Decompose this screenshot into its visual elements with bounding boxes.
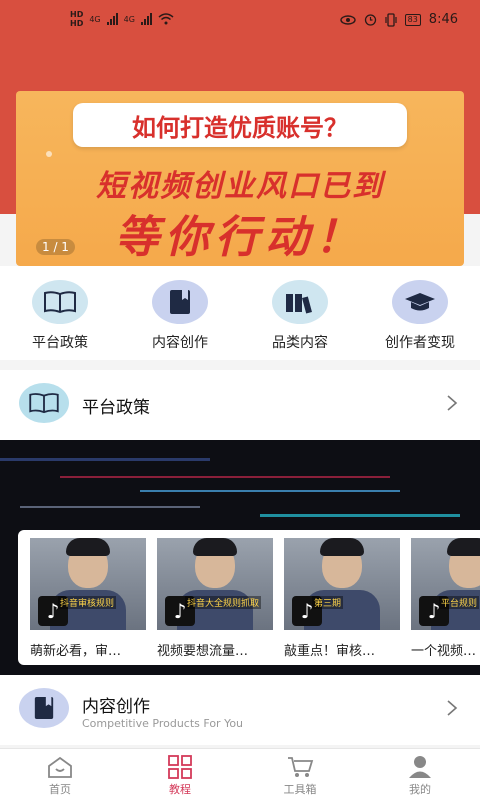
glitch-line	[20, 506, 200, 508]
book-icon	[32, 280, 88, 324]
quick-nav-creator-monetization[interactable]: 创作者变现	[360, 266, 480, 360]
promo-banner[interactable]: 如何打造优质账号？ 短视频创业风口已到 等你行动！ 1 / 1	[16, 91, 464, 266]
tab-label: 首页	[49, 783, 71, 796]
alarm-icon	[364, 14, 376, 26]
status-right: 83 8:46	[339, 12, 458, 27]
quick-nav-label: 创作者变现	[385, 335, 455, 351]
quick-nav-label: 平台政策	[32, 335, 88, 351]
tab-mine[interactable]: 我的	[360, 749, 480, 800]
video-title: 萌新必看，审…	[30, 644, 122, 659]
video-card[interactable]: ♪ 抖音大全规则抓取 视频要想流量…	[157, 538, 273, 659]
book-icon	[19, 383, 69, 423]
video-caption: 抖音审核规则	[58, 596, 117, 609]
graduation-cap-icon	[392, 280, 448, 324]
home-icon	[48, 756, 72, 778]
section-title: 内容创作	[82, 697, 150, 717]
quick-nav: 平台政策 内容创作 品类内容 创作者变现	[0, 266, 480, 360]
vibrate-icon	[385, 12, 397, 27]
section-platform-policy[interactable]: 平台政策	[0, 370, 480, 440]
notebook-icon	[152, 280, 208, 324]
video-card[interactable]: ♪ 第三期 敲重点！审核…	[284, 538, 400, 659]
chevron-right-icon	[447, 395, 458, 411]
quick-nav-label: 品类内容	[272, 335, 328, 351]
network-indicators: HD HD 4G 4G	[70, 10, 174, 28]
tab-tutorial[interactable]: 教程	[120, 749, 240, 800]
section-subtitle: Competitive Products For You	[82, 717, 244, 730]
signal-icon-2	[140, 13, 152, 25]
network-type-b: 4G	[123, 14, 135, 24]
tab-toolbox[interactable]: 工具箱	[240, 749, 360, 800]
glitch-line	[0, 458, 210, 461]
clock: 8:46	[428, 12, 458, 27]
signal-icon	[106, 13, 118, 25]
grid-icon	[168, 755, 192, 779]
tab-label: 工具箱	[283, 783, 317, 796]
video-list: ♪ 抖音审核规则 萌新必看，审… ♪ 抖音大全规则抓取 视频要想流量… ♪ 第三…	[18, 530, 480, 665]
chevron-right-icon	[447, 700, 458, 716]
wifi-icon	[158, 13, 174, 25]
cart-icon	[288, 757, 314, 777]
video-thumbnail: ♪ 平台规则	[411, 538, 480, 630]
app-screen: HD HD 4G 4G 83 8:46 如何打造优质账号？ 短视频创业风口已到 等…	[0, 0, 480, 800]
battery-icon: 83	[404, 13, 421, 26]
glitch-line	[260, 514, 460, 517]
tab-home[interactable]: 首页	[0, 749, 120, 800]
user-icon	[409, 756, 431, 778]
notebook-icon	[19, 688, 69, 728]
status-bar: HD HD 4G 4G 83 8:46	[0, 0, 480, 40]
quick-nav-category-content[interactable]: 品类内容	[240, 266, 360, 360]
banner-line-2: 等你行动！	[115, 212, 365, 263]
video-title: 一个视频…	[411, 644, 477, 659]
banner-line-1: 短视频创业风口已到	[96, 169, 384, 204]
video-card[interactable]: ♪ 抖音审核规则 萌新必看，审…	[30, 538, 146, 659]
video-thumbnail: ♪ 抖音审核规则	[30, 538, 146, 630]
video-thumbnail: ♪ 第三期	[284, 538, 400, 630]
video-card[interactable]: ♪ 平台规则 一个视频…	[411, 538, 480, 659]
tab-label: 教程	[169, 783, 191, 796]
quick-nav-content-creation[interactable]: 内容创作	[120, 266, 240, 360]
video-caption: 平台规则	[439, 596, 480, 609]
glitch-line	[60, 476, 390, 478]
bottom-tab-bar: 首页 教程 工具箱 我的	[0, 748, 480, 800]
books-icon	[272, 280, 328, 324]
hd-icon: HD HD	[70, 10, 84, 28]
video-caption: 第三期	[312, 596, 344, 609]
video-title: 敲重点！审核…	[284, 644, 376, 659]
video-thumbnail: ♪ 抖音大全规则抓取	[157, 538, 273, 630]
eye-icon	[339, 14, 356, 25]
decor-dot	[46, 151, 52, 157]
section-title: 平台政策	[82, 398, 150, 418]
quick-nav-platform-policy[interactable]: 平台政策	[0, 266, 120, 360]
video-title: 视频要想流量…	[157, 644, 249, 659]
network-type-a: 4G	[89, 14, 101, 24]
video-caption: 抖音大全规则抓取	[185, 596, 262, 609]
glitch-line	[140, 490, 400, 492]
banner-pager: 1 / 1	[36, 239, 75, 255]
section-content-creation[interactable]: 内容创作 Competitive Products For You	[0, 675, 480, 745]
banner-headline: 如何打造优质账号？	[73, 103, 407, 147]
quick-nav-label: 内容创作	[152, 335, 208, 351]
tab-label: 我的	[409, 783, 431, 796]
